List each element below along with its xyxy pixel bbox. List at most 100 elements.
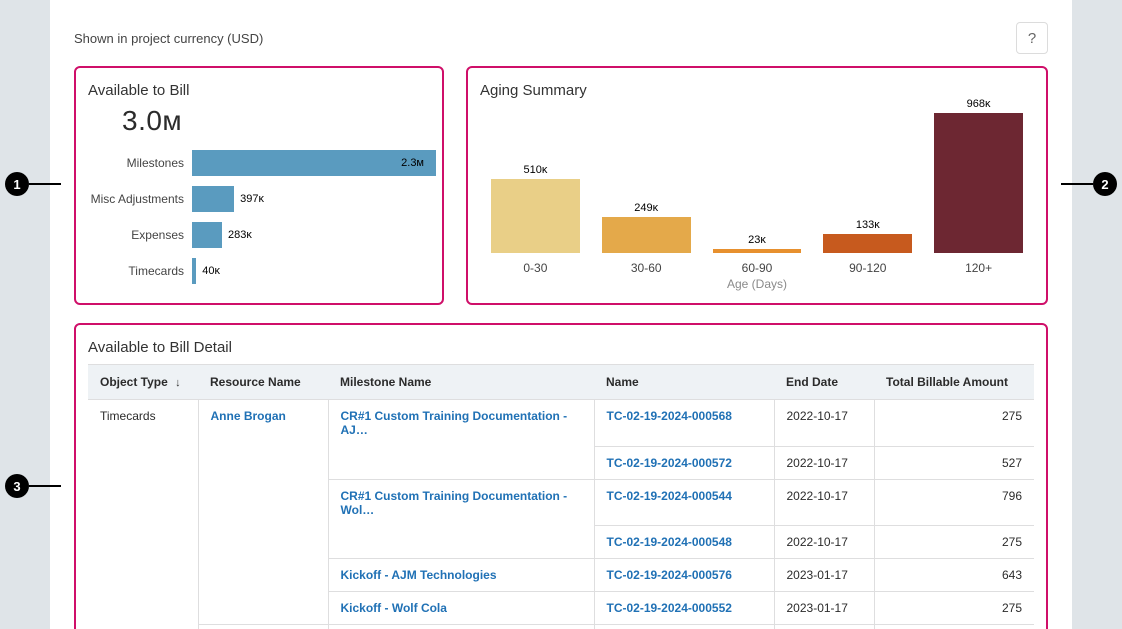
cell-milestone-name [328,526,594,559]
cell-end-date: 2022-11-17 [774,625,874,629]
table-row: TC-02-19-2024-000548 2022-10-17275 [88,526,1034,559]
vbar-fill [934,113,1023,253]
resource-link[interactable]: Anne Brogan [211,409,286,423]
cell-end-date: 2022-10-17 [774,479,874,526]
vbar-category: 0-30 [523,261,547,275]
callout-line-1 [29,183,61,185]
cell-milestone-name[interactable]: Kickoff - AJM Technologies [328,559,594,592]
vbar-col: 23ᴋ 60-90 [702,234,813,275]
hbar-track: 283ᴋ [192,222,430,248]
available-to-bill-panel: Available to Bill 3.0ᴍ Milestones2.3ᴍMis… [74,66,444,305]
vbar-fill [602,217,691,253]
cell-resource-name[interactable]: Beth Horn [198,625,328,629]
table-row: Beth HornCR#1 Custom Training Documentat… [88,625,1034,629]
cell-resource-name [198,559,328,592]
vbar-col: 510ᴋ0-30 [480,164,591,275]
milestone-link[interactable]: CR#1 Custom Training Documentation - Wol… [341,489,568,517]
cell-resource-name [198,479,328,526]
milestone-link[interactable]: CR#1 Custom Training Documentation - AJ… [341,409,568,437]
cell-object-type [88,625,198,629]
cell-milestone-name[interactable]: CR#1 Custom Training Documentation - AJ… [328,400,594,447]
cell-resource-name[interactable]: Anne Brogan [198,400,328,447]
cell-milestone-name[interactable]: CR#1 Custom Training Documentation - Wol… [328,625,594,629]
hbar-row: Milestones2.3ᴍ [88,145,430,181]
hbar-fill [192,186,234,212]
hbar-value: 283ᴋ [228,229,252,241]
hbar-value: 40ᴋ [202,265,220,277]
cell-name[interactable]: TC-02-19-2024-000568 [594,400,774,447]
name-link[interactable]: TC-02-19-2024-000576 [607,568,732,582]
cell-name[interactable]: TC-02-19-2024-000572 [594,446,774,479]
panel-title-detail: Available to Bill Detail [88,339,1034,356]
milestone-link[interactable]: Kickoff - AJM Technologies [341,568,497,582]
vbar-category: 30-60 [631,261,662,275]
cell-name[interactable]: TC-02-19-2024-000541 [594,625,774,629]
available-bar-chart[interactable]: Milestones2.3ᴍMisc Adjustments397ᴋExpens… [88,145,430,289]
cell-end-date: 2023-01-17 [774,559,874,592]
table-row: TC-02-19-2024-000572 2022-10-17527 [88,446,1034,479]
col-name[interactable]: Name [594,365,774,400]
available-total: 3.0ᴍ [122,105,430,137]
help-button[interactable]: ? [1016,22,1048,54]
name-link[interactable]: TC-02-19-2024-000552 [607,601,732,615]
detail-panel: Available to Bill Detail Object Type ↓ R… [74,323,1048,629]
cell-object-type [88,479,198,526]
callout-2: 2 [1093,172,1117,196]
hbar-label: Timecards [88,264,192,278]
vbar-fill [491,179,580,253]
cell-name[interactable]: TC-02-19-2024-000548 [594,526,774,559]
aging-bar-chart[interactable]: 510ᴋ0-30249ᴋ30-6023ᴋ60-90133ᴋ90-120968ᴋ1… [480,105,1034,275]
cell-resource-name [198,592,328,625]
cell-name[interactable]: TC-02-19-2024-000552 [594,592,774,625]
col-milestone-name[interactable]: Milestone Name [328,365,594,400]
name-link[interactable]: TC-02-19-2024-000568 [607,409,732,423]
cell-name[interactable]: TC-02-19-2024-000544 [594,479,774,526]
cell-total-billable: 275 [874,526,1034,559]
hbar-row: Expenses283ᴋ [88,217,430,253]
cell-milestone-name[interactable]: CR#1 Custom Training Documentation - Wol… [328,479,594,526]
currency-note: Shown in project currency (USD) [74,31,263,46]
cell-object-type [88,592,198,625]
table-header-row: Object Type ↓ Resource Name Milestone Na… [88,365,1034,400]
cell-resource-name [198,446,328,479]
hbar-row: Timecards 40ᴋ [88,253,430,289]
col-resource-name[interactable]: Resource Name [198,365,328,400]
vbar-col: 968ᴋ120+ [923,98,1034,275]
hbar-track: 397ᴋ [192,186,430,212]
name-link[interactable]: TC-02-19-2024-000572 [607,456,732,470]
panel-title-aging: Aging Summary [480,82,1034,99]
cell-object-type: Timecards [88,400,198,447]
cell-total-billable: 643 [874,559,1034,592]
name-link[interactable]: TC-02-19-2024-000548 [607,535,732,549]
vbar-value: 23ᴋ [748,234,766,246]
vbar-col: 249ᴋ30-60 [591,202,702,275]
hbar-row: Misc Adjustments397ᴋ [88,181,430,217]
detail-table: Object Type ↓ Resource Name Milestone Na… [88,364,1034,629]
aging-x-axis-label: Age (Days) [480,277,1034,291]
col-end-date[interactable]: End Date [774,365,874,400]
cell-resource-name [198,526,328,559]
callout-line-3 [29,485,61,487]
aging-summary-panel: Aging Summary 510ᴋ0-30249ᴋ30-6023ᴋ60-901… [466,66,1048,305]
vbar-category: 60-90 [742,261,773,275]
name-link[interactable]: TC-02-19-2024-000544 [607,489,732,503]
cell-name[interactable]: TC-02-19-2024-000576 [594,559,774,592]
col-object-type[interactable]: Object Type ↓ [88,365,198,400]
cell-milestone-name[interactable]: Kickoff - Wolf Cola [328,592,594,625]
cell-total-billable: 527 [874,446,1034,479]
milestone-link[interactable]: Kickoff - Wolf Cola [341,601,447,615]
col-total-billable[interactable]: Total Billable Amount [874,365,1034,400]
cell-end-date: 2022-10-17 [774,526,874,559]
callout-line-2 [1061,183,1093,185]
hbar-label: Misc Adjustments [88,192,192,206]
panel-title-available: Available to Bill [88,82,430,99]
callout-3: 3 [5,474,29,498]
vbar-fill [713,249,802,253]
hbar-track: 40ᴋ [192,258,430,284]
table-row: Kickoff - Wolf ColaTC-02-19-2024-0005522… [88,592,1034,625]
cell-end-date: 2022-10-17 [774,446,874,479]
cell-object-type [88,559,198,592]
cell-end-date: 2022-10-17 [774,400,874,447]
table-row: Kickoff - AJM Technologies TC-02-19-2024-… [88,559,1034,592]
hbar-fill [192,150,436,176]
